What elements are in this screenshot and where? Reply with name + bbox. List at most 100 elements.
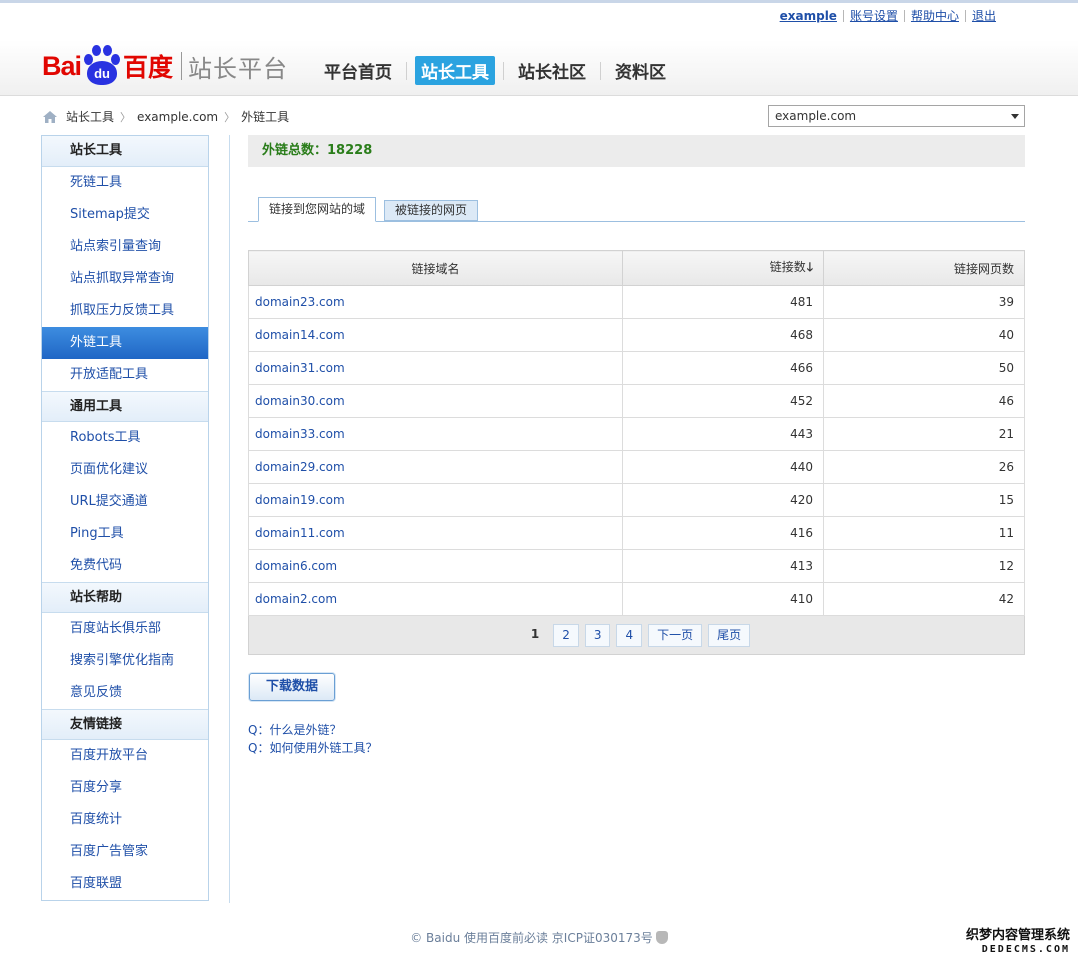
domain-link[interactable]: domain31.com bbox=[255, 361, 345, 375]
sidebar-heading: 通用工具 bbox=[42, 391, 208, 422]
nav-community[interactable]: 站长社区 bbox=[512, 56, 592, 85]
nav-platform-home[interactable]: 平台首页 bbox=[318, 56, 398, 85]
nav-resources[interactable]: 资料区 bbox=[609, 56, 672, 85]
page-count: 42 bbox=[823, 582, 1025, 616]
col-header-link-count[interactable]: 链接数🡓 bbox=[622, 250, 824, 286]
baidu-logo[interactable]: Bai du 百度 站长平台 bbox=[42, 40, 288, 92]
sidebar-heading: 站长工具 bbox=[42, 136, 208, 167]
page-current: 1 bbox=[530, 626, 540, 641]
top-border bbox=[0, 0, 1078, 3]
link-count: 481 bbox=[622, 285, 824, 319]
sidebar-item-url-submit[interactable]: URL提交通道 bbox=[42, 486, 208, 518]
sidebar-item-sitemap[interactable]: Sitemap提交 bbox=[42, 199, 208, 231]
page-link[interactable]: 4 bbox=[616, 623, 643, 647]
sidebar-item-crawl-errors[interactable]: 站点抓取异常查询 bbox=[42, 263, 208, 295]
watermark: 织梦内容管理系统 DEDECMS.COM bbox=[966, 929, 1070, 957]
faq-what-is-backlink[interactable]: Q：什么是外链？ bbox=[248, 721, 377, 739]
domain-link[interactable]: domain29.com bbox=[255, 460, 345, 474]
link-count: 468 bbox=[622, 318, 824, 352]
domain-link[interactable]: domain30.com bbox=[255, 394, 345, 408]
logo-subtitle: 站长平台 bbox=[188, 54, 289, 83]
header: Bai du 百度 站长平台 平台首页 站长工具 站长社区 资料区 bbox=[0, 40, 1078, 96]
col-header-domain: 链接域名 bbox=[248, 250, 623, 286]
sidebar-item-ad-manager[interactable]: 百度广告管家 bbox=[42, 836, 208, 868]
table-row: domain2.com 410 42 bbox=[248, 582, 1025, 616]
page-count: 21 bbox=[823, 417, 1025, 451]
logout-link[interactable]: 退出 bbox=[966, 7, 1002, 24]
table-row: domain29.com 440 26 bbox=[248, 450, 1025, 484]
sidebar-item-union[interactable]: 百度联盟 bbox=[42, 868, 208, 900]
site-select[interactable]: example.com bbox=[768, 105, 1025, 127]
sidebar-item-share[interactable]: 百度分享 bbox=[42, 772, 208, 804]
domain-link[interactable]: domain14.com bbox=[255, 328, 345, 342]
domain-link[interactable]: domain2.com bbox=[255, 592, 337, 606]
sidebar-item-robots[interactable]: Robots工具 bbox=[42, 422, 208, 454]
download-data-button[interactable]: 下载数据 bbox=[249, 673, 335, 701]
sidebar-item-open-platform[interactable]: 百度开放平台 bbox=[42, 740, 208, 772]
sidebar-item-index-query[interactable]: 站点索引量查询 bbox=[42, 231, 208, 263]
sidebar-item-crawl-pressure[interactable]: 抓取压力反馈工具 bbox=[42, 295, 208, 327]
sidebar-item-page-optimize[interactable]: 页面优化建议 bbox=[42, 454, 208, 486]
chevron-right-icon: 〉 bbox=[224, 110, 236, 124]
sidebar-item-dead-links[interactable]: 死链工具 bbox=[42, 167, 208, 199]
sidebar-item-backlinks[interactable]: 外链工具 bbox=[42, 327, 208, 359]
breadcrumb-site[interactable]: example.com bbox=[137, 110, 218, 124]
logo-baidu-cn: 百度 bbox=[123, 53, 174, 82]
page-count: 50 bbox=[823, 351, 1025, 385]
page-count: 15 bbox=[823, 483, 1025, 517]
home-icon[interactable] bbox=[42, 110, 58, 124]
domain-link[interactable]: domain11.com bbox=[255, 526, 345, 540]
sidebar-item-feedback[interactable]: 意见反馈 bbox=[42, 677, 208, 709]
domain-link[interactable]: domain23.com bbox=[255, 295, 345, 309]
sidebar-item-seo-guide[interactable]: 搜索引擎优化指南 bbox=[42, 645, 208, 677]
pagination: 1 2 3 4 下一页 尾页 bbox=[248, 616, 1025, 655]
page-count: 11 bbox=[823, 516, 1025, 550]
page-count: 46 bbox=[823, 384, 1025, 418]
footer: © Baidu 使用百度前必读 京ICP证030173号 bbox=[0, 929, 1078, 946]
sidebar-item-analytics[interactable]: 百度统计 bbox=[42, 804, 208, 836]
user-link[interactable]: example bbox=[774, 9, 843, 23]
help-center-link[interactable]: 帮助中心 bbox=[905, 7, 965, 24]
logo-du-text: du bbox=[87, 61, 118, 85]
domain-link[interactable]: domain33.com bbox=[255, 427, 345, 441]
domain-link[interactable]: domain6.com bbox=[255, 559, 337, 573]
page-link[interactable]: 2 bbox=[553, 623, 579, 647]
tab-linked-pages[interactable]: 被链接的网页 bbox=[384, 200, 479, 221]
nav-separator bbox=[503, 61, 504, 80]
breadcrumb-tools[interactable]: 站长工具 bbox=[66, 108, 114, 125]
link-count: 466 bbox=[622, 351, 824, 385]
table-row: domain31.com 466 50 bbox=[248, 351, 1025, 385]
next-page-button[interactable]: 下一页 bbox=[648, 623, 703, 647]
nav-webmaster-tools[interactable]: 站长工具 bbox=[415, 56, 495, 85]
page-count: 40 bbox=[823, 318, 1025, 352]
page-link[interactable]: 3 bbox=[584, 623, 611, 647]
sidebar-item-club[interactable]: 百度站长俱乐部 bbox=[42, 613, 208, 645]
nav-separator bbox=[600, 61, 601, 80]
last-page-button[interactable]: 尾页 bbox=[708, 623, 751, 647]
tab-linking-domains[interactable]: 链接到您网站的域 bbox=[258, 197, 377, 222]
sidebar-heading: 站长帮助 bbox=[42, 582, 208, 613]
link-count: 416 bbox=[622, 516, 824, 550]
account-settings-link[interactable]: 账号设置 bbox=[844, 7, 904, 24]
table-row: domain33.com 443 21 bbox=[248, 417, 1025, 451]
table-row: domain23.com 481 39 bbox=[248, 285, 1025, 319]
sidebar-item-ping[interactable]: Ping工具 bbox=[42, 518, 208, 550]
content-divider bbox=[229, 135, 230, 903]
backlinks-table: 链接域名 链接数🡓 链接网页数 domain23.com 481 39 domain… bbox=[248, 250, 1025, 616]
sidebar-item-free-code[interactable]: 免费代码 bbox=[42, 550, 208, 582]
page-count: 26 bbox=[823, 450, 1025, 484]
logo-divider bbox=[181, 52, 183, 80]
footer-text: © Baidu 使用百度前必读 京ICP证030173号 bbox=[410, 931, 653, 945]
domain-link[interactable]: domain19.com bbox=[255, 493, 345, 507]
link-count: 410 bbox=[622, 582, 824, 616]
table-row: domain11.com 416 11 bbox=[248, 516, 1025, 550]
faq-how-to-use[interactable]: Q：如何使用外链工具？ bbox=[248, 739, 377, 757]
sidebar-item-open-adapt[interactable]: 开放适配工具 bbox=[42, 359, 208, 391]
watermark-line2: DEDECMS.COM bbox=[981, 944, 1070, 955]
chevron-right-icon: 〉 bbox=[120, 110, 132, 124]
breadcrumb-current: 外链工具 bbox=[241, 110, 290, 124]
top-links: example 账号设置 帮助中心 退出 bbox=[774, 7, 1002, 24]
col-header-page-count: 链接网页数 bbox=[823, 250, 1025, 286]
table-row: domain30.com 452 46 bbox=[248, 384, 1025, 418]
link-count: 443 bbox=[622, 417, 824, 451]
